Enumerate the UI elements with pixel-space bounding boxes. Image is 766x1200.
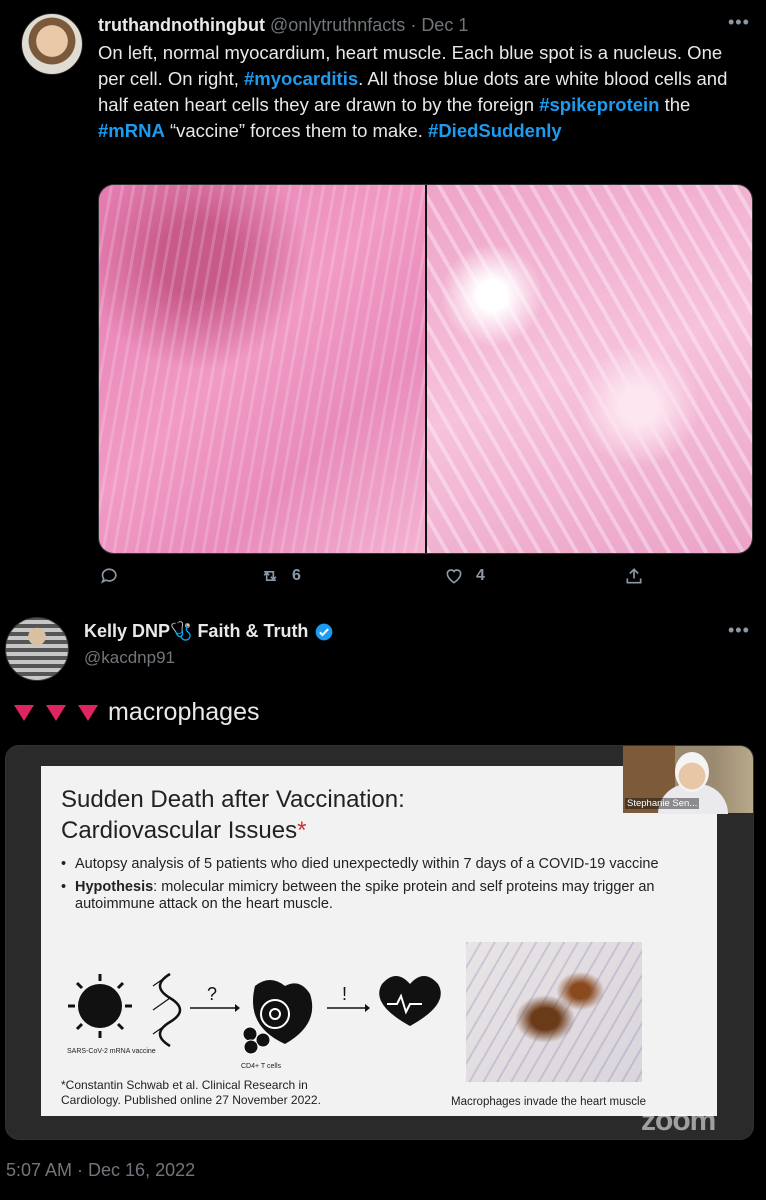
tweet1-separator: ·	[405, 15, 422, 35]
slide-bullet-autopsy: Autopsy analysis of 5 patients who died …	[61, 856, 661, 873]
red-triangle-icon	[78, 704, 98, 721]
tweet2-more-icon[interactable]: •••	[728, 620, 750, 641]
tweet1-avatar[interactable]	[21, 13, 83, 75]
tweet1-text-part: the	[659, 94, 691, 115]
slide-title: Sudden Death after Vaccination: Cardiova…	[61, 784, 405, 846]
tweet1-action-bar: 6 4	[100, 566, 660, 596]
tweet1-author-name[interactable]: truthandnothingbut	[98, 15, 265, 35]
reply-button[interactable]	[100, 566, 120, 586]
slide-bullets: Autopsy analysis of 5 patients who died …	[61, 856, 661, 919]
macrophage-histology-image	[466, 942, 642, 1082]
tweet1-media[interactable]	[98, 184, 753, 554]
slide-citation: *Constantin Schwab et al. Clinical Resea…	[61, 1078, 321, 1108]
verified-badge-icon	[316, 623, 333, 640]
retweet-icon	[263, 571, 277, 581]
slide-title-line1: Sudden Death after Vaccination:	[61, 786, 405, 813]
slide-title-line2: Cardiovascular Issues	[61, 817, 298, 844]
normal-myocardium-image[interactable]	[99, 185, 425, 553]
red-triangle-icon	[46, 704, 66, 721]
diagram-question-mark: ?	[207, 984, 217, 1004]
tcell-label: CD4+ T cells	[241, 1063, 282, 1070]
tweet1-text: On left, normal myocardium, heart muscle…	[98, 40, 738, 144]
tweet1-header: truthandnothingbut @onlytruthnfacts · De…	[98, 14, 468, 36]
speaker-video-thumbnail: Stephanie Sen...	[623, 746, 753, 814]
virus-icon	[68, 974, 132, 1038]
red-triangle-icon	[14, 704, 34, 721]
tweet1-date[interactable]: Dec 1	[421, 15, 468, 35]
virus-label: SARS-CoV-2 mRNA vaccine	[67, 1048, 156, 1055]
hypothesis-label: Hypothesis	[75, 879, 154, 895]
tweet2-avatar[interactable]	[5, 617, 69, 681]
slide-title-mark: *	[297, 817, 307, 844]
reply-icon	[100, 568, 117, 584]
presentation-slide: Sudden Death after Vaccination: Cardiova…	[41, 766, 717, 1137]
tweet2-media[interactable]: Sudden Death after Vaccination: Cardiova…	[5, 745, 754, 1140]
share-button[interactable]	[624, 566, 644, 586]
hashtag-spikeprotein[interactable]: #spikeprotein	[539, 94, 659, 115]
diagram-exclamation: !	[342, 984, 347, 1004]
myocarditis-image[interactable]	[424, 185, 752, 553]
mechanism-diagram: SARS-CoV-2 mRNA vaccine ? CD4+ T cells !	[67, 972, 441, 1070]
hashtag-diedsuddenly[interactable]: #DiedSuddenly	[428, 120, 562, 141]
tweet1-text-part: “vaccine” forces them to make.	[164, 120, 429, 141]
tweet2-text-content: macrophages	[108, 698, 260, 726]
tweet2-author-handle[interactable]: @kacdnp91	[84, 648, 175, 668]
tweet2-text: macrophages	[12, 698, 259, 727]
share-icon	[626, 568, 642, 584]
speaker-name-label: Stephanie Sen...	[625, 798, 700, 809]
retweet-count: 6	[292, 567, 301, 584]
retweet-button[interactable]: 6	[260, 566, 301, 586]
mrna-helix-icon	[158, 972, 182, 1048]
zoom-watermark: zoom	[641, 1104, 716, 1137]
hashtag-mrna[interactable]: #mRNA	[98, 120, 165, 141]
heart-rate-icon	[379, 976, 441, 1026]
hypothesis-text: : molecular mimicry between the spike pr…	[75, 879, 655, 912]
tweet1-more-icon[interactable]: •••	[728, 12, 750, 33]
like-button[interactable]: 4	[444, 566, 485, 586]
tweet2-timestamp[interactable]: 5:07 AM · Dec 16, 2022	[6, 1160, 195, 1181]
citation-line1: *Constantin Schwab et al. Clinical Resea…	[61, 1078, 308, 1092]
tweet1-author-handle[interactable]: @onlytruthnfacts	[270, 15, 405, 35]
citation-line2: Cardiology. Published online 27 November…	[61, 1093, 321, 1107]
hashtag-myocarditis[interactable]: #myocarditis	[244, 68, 358, 89]
slide-bullet-hypothesis: Hypothesis: molecular mimicry between th…	[61, 879, 661, 913]
tweet2-author[interactable]: Kelly DNP🩺 Faith & Truth	[84, 621, 334, 642]
histology-caption: Macrophages invade the heart muscle	[451, 1096, 646, 1108]
heart-target-icon	[242, 980, 313, 1055]
tweet2-author-name[interactable]: Kelly DNP🩺 Faith & Truth	[84, 621, 308, 642]
heart-icon	[446, 569, 462, 584]
speaker-face	[675, 752, 709, 792]
like-count: 4	[476, 567, 485, 584]
